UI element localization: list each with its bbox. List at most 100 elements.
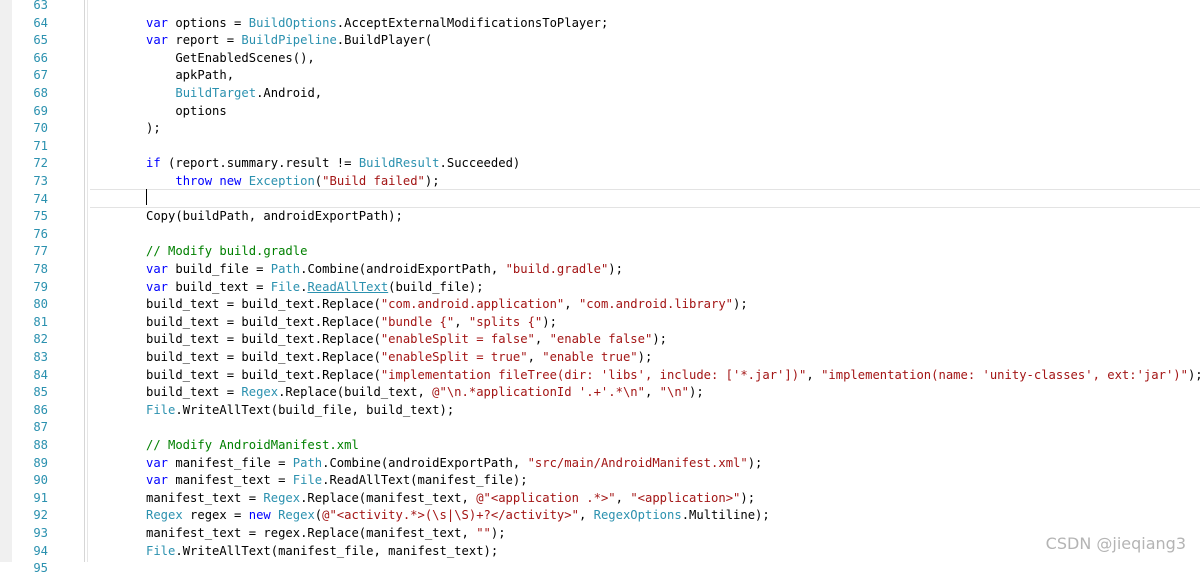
code-text: options = <box>168 15 249 30</box>
line-number: 88 <box>33 438 48 452</box>
type-token: BuildTarget <box>175 86 257 100</box>
code-text: build_text = build_text.Replace( <box>146 297 381 312</box>
code-text: ); <box>542 314 557 329</box>
code-text: options <box>146 103 227 118</box>
type-token: RegexOptions <box>593 508 682 523</box>
line-number: 73 <box>33 174 48 188</box>
code-content: GetEnabledScenes(), <box>146 50 314 68</box>
line-number: 94 <box>33 543 48 558</box>
code-content: throw new Exception("Build failed"); <box>146 173 440 191</box>
line-number: 70 <box>33 121 48 136</box>
line-number: 69 <box>33 103 48 118</box>
text-caret <box>146 189 147 205</box>
string-token: "bundle {" <box>380 314 455 329</box>
string-token: "src/main/AndroidManifest.xml" <box>527 455 748 470</box>
code-content: ); <box>146 120 161 138</box>
code-text: , <box>806 367 822 382</box>
line-number: 91 <box>33 490 48 505</box>
string-token: "com.android.library" <box>578 297 734 312</box>
code-content: apkPath, <box>146 67 234 85</box>
string-token: @"<application .*>" <box>476 490 616 505</box>
code-text: (build_file); <box>388 279 484 294</box>
type-token: File <box>146 543 176 558</box>
line-number: 75 <box>33 209 48 224</box>
code-content: options <box>146 103 227 121</box>
code-text: , <box>578 508 594 523</box>
string-token: "implementation fileTree(dir: 'libs', in… <box>380 367 807 382</box>
line-number: 78 <box>33 262 48 276</box>
type-token: Exception <box>248 174 315 188</box>
code-text: .WriteAllText(manifest_file, manifest_te… <box>175 543 499 558</box>
line-number: 66 <box>33 50 48 65</box>
line-number: 64 <box>33 15 48 30</box>
string-token: "com.android.application" <box>380 297 565 312</box>
code-text: manifest_text = <box>168 473 293 488</box>
line-number: 82 <box>33 332 48 347</box>
code-text: manifest_text = regex.Replace(manifest_t… <box>146 526 477 540</box>
line-number: 79 <box>33 279 48 294</box>
code-text: ); <box>146 121 161 136</box>
line-number: 92 <box>33 508 48 523</box>
code-content: manifest_text = Regex.Replace(manifest_t… <box>146 490 755 508</box>
code-content: var report = BuildPipeline.BuildPlayer( <box>146 32 432 50</box>
code-content: // Modify AndroidManifest.xml <box>146 437 359 455</box>
code-text: build_text = build_text.Replace( <box>146 314 381 329</box>
line-number: 86 <box>33 402 48 417</box>
type-token: File <box>270 279 301 294</box>
comment-token: // Modify AndroidManifest.xml <box>146 438 359 452</box>
keyword-token: var <box>146 33 169 48</box>
code-content: build_text = Regex.Replace(build_text, @… <box>146 384 704 402</box>
code-text: ); <box>608 262 623 276</box>
line-number: 76 <box>33 226 48 241</box>
method-link[interactable]: ReadAllText <box>307 280 388 294</box>
code-text: .BuildPlayer( <box>336 33 433 48</box>
code-text: build_text = build_text.Replace( <box>146 332 381 347</box>
line-number: 65 <box>33 33 48 48</box>
string-token: @"<activity.*>(\s|\S)+?</activity>" <box>322 508 579 523</box>
code-text: .Android, <box>256 86 323 100</box>
string-token: "\n" <box>659 385 690 400</box>
fold-guide-line <box>87 0 88 562</box>
current-line-highlight <box>90 189 1200 208</box>
keyword-token: var <box>146 473 169 488</box>
code-text: manifest_file = <box>168 455 293 470</box>
type-token: Path <box>292 455 323 470</box>
code-text: .Succeeded) <box>439 156 521 171</box>
type-token: BuildOptions <box>248 15 337 30</box>
type-token: Regex <box>241 385 279 400</box>
code-text: build_text = build_text.Replace( <box>146 350 381 364</box>
line-number: 67 <box>33 68 48 83</box>
keyword-token: var <box>146 455 169 470</box>
type-token: Path <box>270 262 301 276</box>
code-text: , <box>527 350 543 364</box>
line-number: 77 <box>33 244 48 259</box>
code-content: var manifest_file = Path.Combine(android… <box>146 455 762 473</box>
code-text: ); <box>424 174 440 188</box>
code-text: ); <box>689 385 704 400</box>
code-text: apkPath, <box>146 68 235 83</box>
code-text: .Combine(androidExportPath, <box>322 455 528 470</box>
type-token: BuildResult <box>358 156 440 171</box>
keyword-token: var <box>146 279 169 294</box>
keyword-token: new <box>248 508 271 523</box>
code-text: build_text = <box>168 279 271 294</box>
type-token: BuildPipeline <box>241 33 337 48</box>
code-text: ); <box>637 350 653 364</box>
code-text: ); <box>1187 367 1200 382</box>
code-text: ); <box>740 490 756 505</box>
code-text: report = <box>168 33 242 48</box>
code-content: build_text = build_text.Replace("com.and… <box>146 296 748 314</box>
code-content: var build_text = File.ReadAllText(build_… <box>146 279 484 297</box>
line-number: 90 <box>33 473 48 488</box>
code-text: .Replace(manifest_text, <box>300 490 477 505</box>
code-text: build_file = <box>168 262 271 276</box>
code-content: var build_file = Path.Combine(androidExp… <box>146 261 623 279</box>
code-content: Regex regex = new Regex(@"<activity.*>(\… <box>146 507 770 525</box>
string-token: "" <box>476 526 491 540</box>
string-token: @"\n.*applicationId '.+'.*\n" <box>432 385 645 400</box>
code-text: .Multiline); <box>681 508 770 523</box>
code-text: , <box>615 490 631 505</box>
type-token: Regex <box>146 508 183 523</box>
